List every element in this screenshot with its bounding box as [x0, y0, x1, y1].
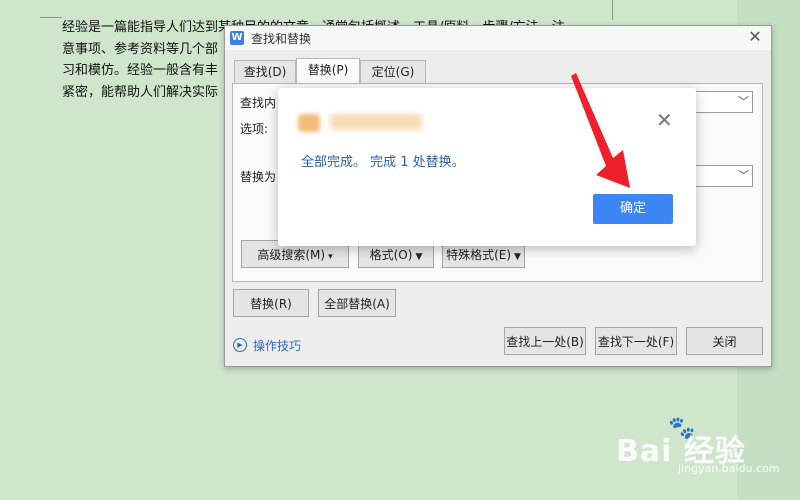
chevron-down-icon[interactable]: ﹀	[738, 167, 749, 183]
dialog-close-icon[interactable]: ✕	[745, 27, 765, 47]
replace-button[interactable]: 替换(R)	[233, 289, 309, 317]
message-close-icon[interactable]: ✕	[656, 110, 673, 130]
completion-message-box: ✕ 全部完成。 完成 1 处替换。 确定	[278, 88, 696, 246]
blurred-app-logo	[298, 114, 320, 132]
completion-message: 全部完成。 完成 1 处替换。	[301, 155, 465, 170]
blurred-title	[330, 114, 422, 130]
dialog-title: 查找和替换	[251, 32, 312, 46]
play-circle-icon[interactable]: ▶	[233, 338, 247, 352]
replace-with-label: 替换为	[240, 170, 277, 184]
special-format-label: 特殊格式(E)	[446, 248, 512, 262]
tab-goto[interactable]: 定位(G)	[360, 60, 426, 83]
margin-marker	[40, 17, 62, 18]
double-chevron-down-icon: ▾	[328, 252, 333, 262]
dropdown-arrow-icon: ▼	[514, 252, 521, 262]
find-what-label: 查找内	[240, 96, 277, 110]
dialog-titlebar[interactable]: W 查找和替换 ✕	[225, 26, 771, 50]
wps-app-icon: W	[230, 31, 244, 45]
tips-link[interactable]: 操作技巧	[253, 337, 301, 354]
find-previous-button[interactable]: 查找上一处(B)	[504, 327, 586, 355]
tab-replace[interactable]: 替换(P)	[296, 58, 360, 83]
options-label: 选项:	[240, 122, 269, 136]
format-label: 格式(O)	[369, 248, 413, 262]
watermark-sub: jingyan.baidu.com	[678, 462, 780, 475]
close-button[interactable]: 关闭	[686, 327, 763, 355]
chevron-down-icon[interactable]: ﹀	[738, 93, 749, 109]
tab-find[interactable]: 查找(D)	[234, 60, 296, 83]
advanced-search-label: 高级搜索(M)	[257, 248, 326, 262]
baidu-jingyan-watermark: 🐾 Bai 经验 jingyan.baidu.com	[608, 414, 780, 484]
replace-all-button[interactable]: 全部替换(A)	[318, 289, 396, 317]
dropdown-arrow-icon: ▼	[415, 252, 423, 262]
find-next-button[interactable]: 查找下一处(F)	[595, 327, 677, 355]
ok-button[interactable]: 确定	[593, 194, 673, 224]
